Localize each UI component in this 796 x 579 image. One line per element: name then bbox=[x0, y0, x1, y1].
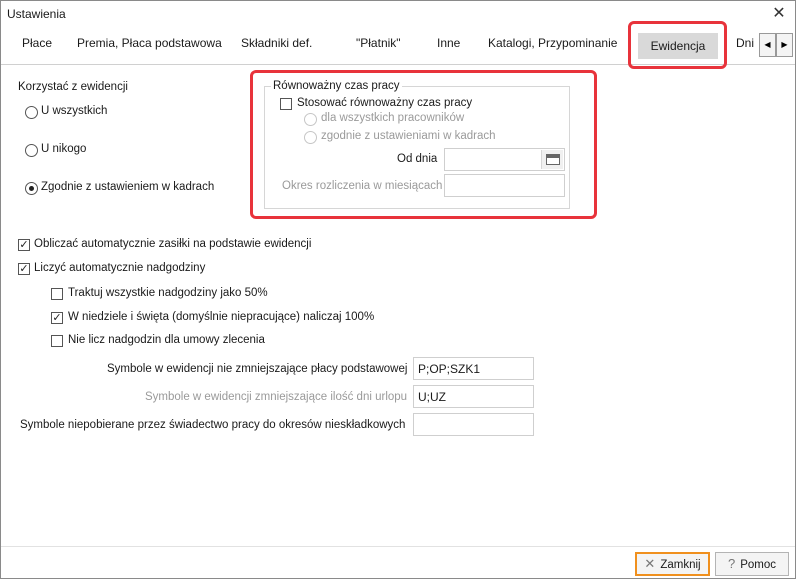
settings-window: Ustawienia ✕ Płace Premia, Płaca podstaw… bbox=[0, 0, 796, 579]
symbols-not-reducing-field[interactable]: P;OP;SZK1 bbox=[413, 357, 534, 380]
calc-overtime-label[interactable]: Liczyć automatycznie nadgodziny bbox=[34, 262, 205, 274]
help-button-label: Pomoc bbox=[740, 559, 777, 571]
tab-katalogi[interactable]: Katalogi, Przypominanie bbox=[488, 36, 617, 50]
calc-benefits-label[interactable]: Obliczać automatycznie zasiłki na podsta… bbox=[34, 238, 311, 250]
symbols-not-collected-field[interactable] bbox=[413, 413, 534, 436]
tab-premia[interactable]: Premia, Płaca podstawowa bbox=[77, 36, 222, 50]
overtime-50-label[interactable]: Traktuj wszystkie nadgodziny jako 50% bbox=[68, 287, 268, 299]
close-button[interactable]: ✕ Zamknij bbox=[635, 552, 710, 576]
radio-zgodnie-z-kadrami-label[interactable]: Zgodnie z ustawieniem w kadrach bbox=[41, 181, 214, 193]
no-contract-overtime-checkbox[interactable] bbox=[51, 335, 63, 347]
tab-scroll-left-icon[interactable]: ◀ bbox=[759, 33, 776, 57]
calc-overtime-checkbox[interactable]: ✓ bbox=[18, 263, 30, 275]
footer-divider bbox=[1, 546, 795, 547]
help-icon: ? bbox=[727, 556, 736, 571]
symbols-reducing-leave-field[interactable]: U;UZ bbox=[413, 385, 534, 408]
close-button-label: Zamknij bbox=[660, 559, 701, 571]
tab-highlight-frame bbox=[628, 21, 727, 69]
radio-u-wszystkich-label[interactable]: U wszystkich bbox=[41, 105, 107, 117]
tab-scroll-right-icon[interactable]: ▶ bbox=[776, 33, 793, 57]
tab-place[interactable]: Płace bbox=[22, 36, 52, 50]
calc-benefits-checkbox[interactable]: ✓ bbox=[18, 239, 30, 251]
symbols-not-reducing-label: Symbole w ewidencji nie zmniejszające pł… bbox=[107, 363, 408, 375]
radio-zgodnie-z-kadrami[interactable] bbox=[25, 182, 38, 195]
tab-inne[interactable]: Inne bbox=[437, 36, 460, 50]
tab-dni[interactable]: Dni bbox=[736, 36, 754, 50]
radio-u-nikogo-label[interactable]: U nikogo bbox=[41, 143, 86, 155]
radio-u-wszystkich[interactable] bbox=[25, 106, 38, 119]
symbols-reducing-leave-label: Symbole w ewidencji zmniejszające ilość … bbox=[145, 391, 408, 403]
symbols-not-collected-label: Symbole niepobierane przez świadectwo pr… bbox=[20, 419, 406, 431]
overtime-50-checkbox[interactable] bbox=[51, 288, 63, 300]
sundays-100-checkbox[interactable]: ✓ bbox=[51, 312, 63, 324]
close-x-icon: ✕ bbox=[644, 556, 656, 571]
window-title: Ustawienia bbox=[7, 7, 66, 21]
sundays-100-label[interactable]: W niedziele i święta (domyślnie niepracu… bbox=[68, 311, 374, 323]
group-highlight-frame bbox=[250, 70, 597, 219]
tab-platnik[interactable]: "Płatnik" bbox=[356, 36, 401, 50]
usage-label: Korzystać z ewidencji bbox=[18, 81, 128, 93]
no-contract-overtime-label[interactable]: Nie licz nadgodzin dla umowy zlecenia bbox=[68, 334, 265, 346]
radio-u-nikogo[interactable] bbox=[25, 144, 38, 157]
close-icon[interactable]: ✕ bbox=[769, 4, 789, 24]
help-button[interactable]: ? Pomoc bbox=[715, 552, 789, 576]
tab-skladniki[interactable]: Składniki def. bbox=[241, 36, 312, 50]
